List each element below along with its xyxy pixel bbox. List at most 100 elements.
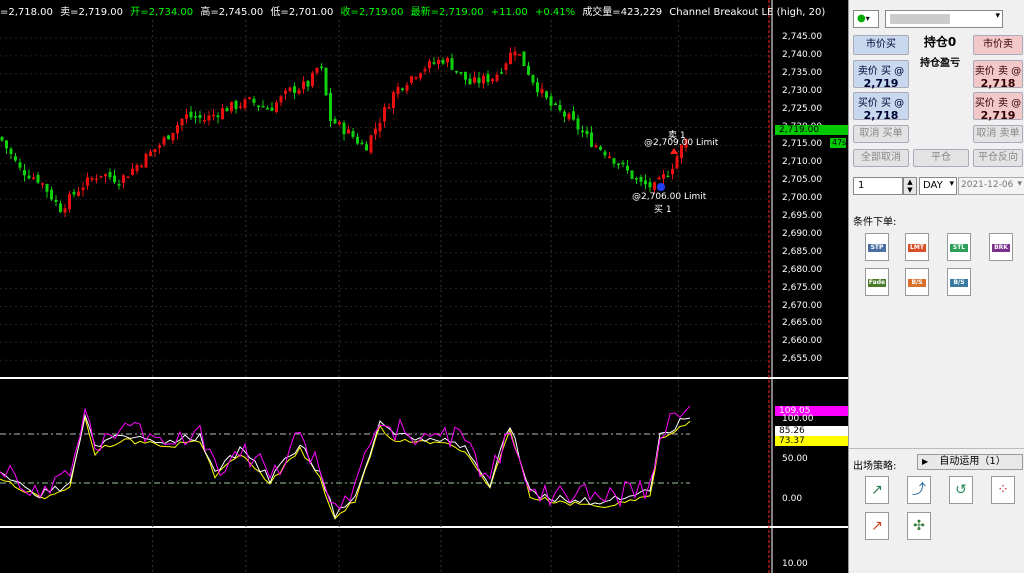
buy-at-sell-button[interactable]: 买价 卖 @ 2,719 [973,92,1023,122]
account-select[interactable]: ▾ [885,10,1003,28]
candle-body [95,178,98,181]
sell-at-sell-button[interactable]: 卖价 卖 @ 2,718 [973,60,1023,90]
duration-value: DAY [923,180,943,191]
candle-body [297,89,301,94]
candle-body [572,111,575,120]
conditional-order-icon[interactable]: STL [947,233,971,261]
conditional-order-icon[interactable]: BRK [989,233,1013,261]
buy-at-buy-button[interactable]: 买价 买 @ 2,718 [853,92,909,122]
exit-strategy-icon-4[interactable]: ⁘ [991,476,1015,504]
conditional-order-icon[interactable]: STP [865,233,889,261]
buy-order-qty[interactable]: 买 1 [654,202,672,215]
quantity-stepper[interactable]: ▲ ▼ [903,177,917,195]
low-label: 低= [270,7,289,18]
account-status-dropdown[interactable]: ●▾ [853,10,879,28]
candle-body [540,88,544,94]
conditional-order-icon[interactable]: B/S Rev [905,268,929,296]
price-axis-tick: 2,655.00 [782,354,823,365]
candle-body [396,87,400,95]
cancel-buy-button[interactable]: 取消 买单 [853,125,909,143]
candle-body [491,78,494,82]
buy-order-price[interactable]: @2,706.00 Limit [632,192,706,202]
candle-body [27,175,31,179]
candle-body [617,163,620,166]
candle-body [338,121,341,125]
quantity-input[interactable]: 1 [853,177,903,195]
market-sell-button[interactable]: 市价卖 [973,35,1023,55]
candle-body [635,178,638,180]
exit-strategy-icon-1[interactable]: ↗ [865,476,889,504]
candle-body [167,135,170,140]
candle-body [212,114,215,117]
cancel-all-button[interactable]: 全部取消 [853,149,909,167]
exit-strategy-label: 出场策略: [853,461,897,472]
candle-body [405,85,409,91]
candle-body [662,174,665,179]
cancel-sell-button[interactable]: 取消 卖单 [973,125,1023,143]
candle-body [302,81,305,90]
exit-strategy-icon-3[interactable]: ↺ [949,476,973,504]
change-pct-value: +0.41% [534,7,576,18]
sell-order-price[interactable]: @2,709.00 Limit [644,138,718,148]
candle-body [671,168,674,175]
exit-strategy-icon-5[interactable]: ↗ [865,512,889,540]
price-axis-tick: 2,680.00 [782,264,823,275]
last-label: 最新= [410,7,440,18]
exit-strategy-icon-2[interactable]: ⤴ [907,476,931,504]
candle-body [432,62,436,64]
chevron-down-icon: ▾ [865,14,870,23]
candle-body [117,184,121,186]
indicator-line-magenta [0,405,691,511]
ask-value: 2,719.00 [78,7,124,18]
conditional-order-tag: STP [868,244,886,252]
candle-body [252,98,256,104]
indicator-axis-100: 100.00 [782,414,814,424]
exit-strategy-icon-6[interactable]: ✣ [907,512,931,540]
candle-body [306,80,310,87]
candle-body [149,151,152,157]
side-badge: 47s [830,138,847,148]
chart-canvas[interactable] [0,0,848,573]
candle-body [198,115,202,118]
candle-body [392,92,395,109]
date-select[interactable]: 2021-12-06 ▾ [958,177,1024,195]
conditional-order-icon[interactable]: LMT [905,233,929,261]
candle-body [585,130,589,134]
candle-body [414,77,418,79]
stepper-up-icon[interactable]: ▲ [904,178,916,186]
candle-body [207,115,211,121]
price-axis-tick: 2,665.00 [782,318,823,329]
candle-body [473,77,476,83]
candle-body [113,175,116,183]
buy-at-buy-label: 买价 买 @ [857,98,905,109]
candle-body [257,105,260,108]
candle-body [554,103,557,106]
price-axis-tick: 2,715.00 [782,139,823,150]
candle-body [500,72,503,74]
auto-apply-button[interactable]: ▶ 自动运用（1） [917,454,1023,470]
change-value: +11.00 [490,7,528,18]
candle-body [5,140,8,149]
sell-at-sell-price: 2,718 [980,77,1016,90]
reverse-button[interactable]: 平仓反向 [973,149,1023,167]
candle-body [261,106,265,108]
conditional-order-icon[interactable]: B/S Sell [947,268,971,296]
candle-body [315,67,319,73]
duration-select[interactable]: DAY ▾ [919,177,957,195]
chart-area[interactable]: =2,718.00 卖=2,719.00 开=2,734.00 高=2,745.… [0,0,848,573]
candle-body [243,99,247,108]
chevron-down-icon: ▾ [995,11,1000,21]
candle-body [266,108,269,110]
conditional-order-icon[interactable]: Fade [865,268,889,296]
sell-at-buy-button[interactable]: 卖价 买 @ 2,719 [853,60,909,90]
stepper-down-icon[interactable]: ▼ [904,186,916,194]
high-label: 高= [200,7,219,18]
candle-body [342,122,346,135]
candle-body [410,76,413,83]
candle-body [0,136,4,141]
price-axis-tick: 2,675.00 [782,282,823,293]
flatten-button[interactable]: 平仓 [913,149,969,167]
candle-body [180,118,184,126]
candle-body [446,57,449,63]
market-buy-button[interactable]: 市价买 [853,35,909,55]
